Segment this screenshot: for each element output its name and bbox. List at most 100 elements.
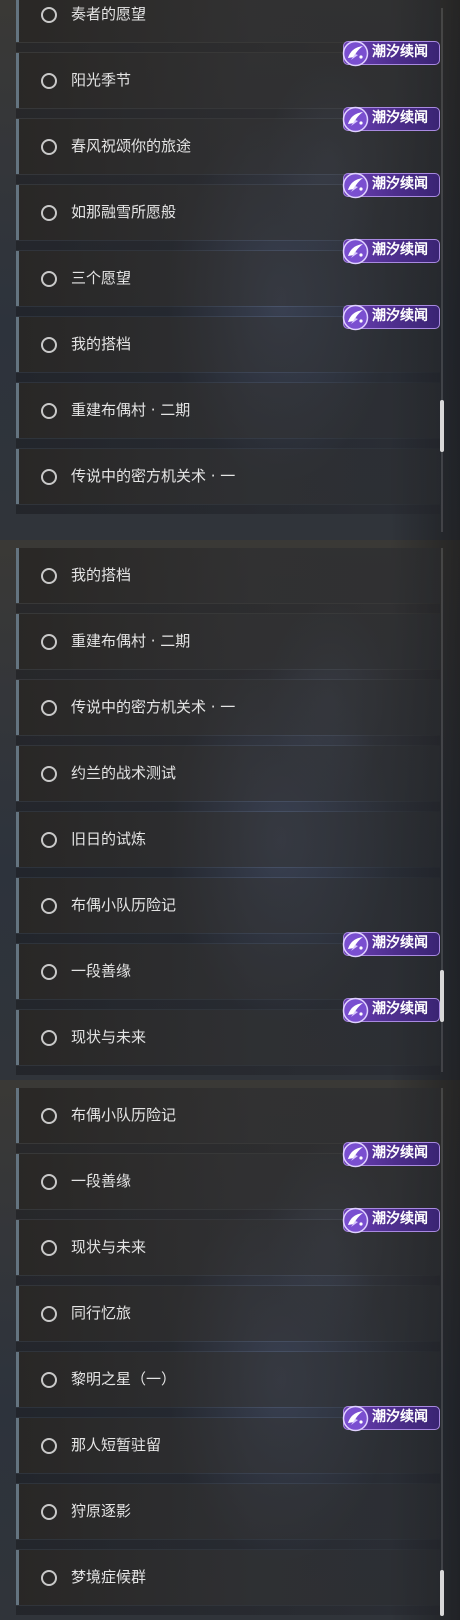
- tide-news-badge: 潮汐续闻: [342, 997, 440, 1024]
- quest-title: 一段善缘: [71, 962, 132, 980]
- quest-list-item[interactable]: 奏者的愿望: [16, 0, 440, 42]
- quest-title: 现状与未来: [71, 1238, 147, 1256]
- tide-emblem-icon: [342, 1207, 369, 1234]
- row-divider: [16, 1540, 440, 1549]
- quest-list-panel: 布偶小队历险记 一段善缘 潮汐续闻 现状与未来 潮汐续闻 同行忆旅 黎明之星（一） 那人短暂驻…: [0, 1080, 460, 1620]
- radio-circle-icon: [41, 6, 57, 23]
- tide-emblem-icon: [342, 106, 369, 133]
- radio-circle-icon: [41, 270, 57, 287]
- quest-list-item[interactable]: 重建布偶村 · 二期: [16, 614, 440, 669]
- row-divider: [16, 736, 440, 745]
- radio-circle-icon: [41, 567, 57, 584]
- tide-news-badge: 潮汐续闻: [342, 238, 440, 265]
- row-divider: [16, 1474, 440, 1483]
- quest-title: 狩原逐影: [71, 1502, 132, 1520]
- quest-list-item[interactable]: 传说中的密方机关术 · 一: [16, 680, 440, 735]
- radio-circle-icon: [41, 1371, 57, 1388]
- quest-title: 如那融雪所愿般: [71, 203, 177, 221]
- quest-list-panel: 我的搭档重建布偶村 · 二期传说中的密方机关术 · 一约兰的战术测试旧日的试炼布…: [0, 540, 460, 1080]
- radio-circle-icon: [41, 468, 57, 485]
- radio-circle-icon: [41, 1503, 57, 1520]
- tide-emblem-icon: [342, 1405, 369, 1432]
- quest-list-item[interactable]: 布偶小队历险记: [16, 1088, 440, 1143]
- tide-news-badge: 潮汐续闻: [342, 1207, 440, 1234]
- scrollbar-thumb[interactable]: [440, 400, 444, 452]
- quest-list-item[interactable]: 我的搭档: [16, 548, 440, 603]
- badge-label: 潮汐续闻: [372, 44, 428, 60]
- tide-emblem-icon: [342, 931, 369, 958]
- tide-news-badge: 潮汐续闻: [342, 106, 440, 133]
- radio-circle-icon: [41, 72, 57, 89]
- quest-title: 重建布偶村 · 二期: [71, 632, 191, 650]
- quest-list-item[interactable]: 梦境症候群: [16, 1550, 440, 1605]
- quest-title: 传说中的密方机关术 · 一: [71, 698, 236, 716]
- quest-list-item[interactable]: 传说中的密方机关术 · 一: [16, 449, 440, 504]
- quest-list-item[interactable]: 狩原逐影: [16, 1484, 440, 1539]
- badge-label: 潮汐续闻: [372, 1211, 428, 1227]
- quest-title: 三个愿望: [71, 269, 132, 287]
- quest-title: 春风祝颂你的旅途: [71, 137, 192, 155]
- row-divider: [16, 1066, 440, 1075]
- tide-news-badge: 潮汐续闻: [342, 931, 440, 958]
- badge-label: 潮汐续闻: [372, 935, 428, 951]
- quest-title: 传说中的密方机关术 · 一: [71, 467, 236, 485]
- row-divider: [16, 1276, 440, 1285]
- quest-list-panel: 奏者的愿望 阳光季节 潮汐续闻 春风祝颂你的旅途 潮汐续闻 如那融雪所愿般 潮汐续闻 三个愿望…: [0, 0, 460, 540]
- tide-news-badge: 潮汐续闻: [342, 172, 440, 199]
- badge-label: 潮汐续闻: [372, 1145, 428, 1161]
- radio-circle-icon: [41, 765, 57, 782]
- quest-title: 现状与未来: [71, 1028, 147, 1046]
- radio-circle-icon: [41, 1569, 57, 1586]
- quest-title: 我的搭档: [71, 566, 132, 584]
- badge-label: 潮汐续闻: [372, 242, 428, 258]
- quest-list-item[interactable]: 重建布偶村 · 二期: [16, 383, 440, 438]
- quest-title: 重建布偶村 · 二期: [71, 401, 191, 419]
- quest-title: 布偶小队历险记: [71, 1106, 177, 1124]
- tide-emblem-icon: [342, 997, 369, 1024]
- radio-circle-icon: [41, 1029, 57, 1046]
- quest-title: 同行忆旅: [71, 1304, 132, 1322]
- radio-circle-icon: [41, 1437, 57, 1454]
- quest-title: 梦境症候群: [71, 1568, 147, 1586]
- badge-label: 潮汐续闻: [372, 1409, 428, 1425]
- badge-label: 潮汐续闻: [372, 176, 428, 192]
- tide-emblem-icon: [342, 40, 369, 67]
- badge-label: 潮汐续闻: [372, 1001, 428, 1017]
- radio-circle-icon: [41, 831, 57, 848]
- radio-circle-icon: [41, 336, 57, 353]
- radio-circle-icon: [41, 1305, 57, 1322]
- row-divider: [16, 1342, 440, 1351]
- quest-title: 黎明之星（一）: [71, 1370, 177, 1388]
- quest-list-item[interactable]: 布偶小队历险记: [16, 878, 440, 933]
- scrollbar-track[interactable]: [441, 8, 443, 532]
- quest-list-item[interactable]: 旧日的试炼: [16, 812, 440, 867]
- radio-circle-icon: [41, 1239, 57, 1256]
- tide-emblem-icon: [342, 304, 369, 331]
- scrollbar-thumb[interactable]: [440, 970, 444, 1022]
- radio-circle-icon: [41, 963, 57, 980]
- quest-title: 约兰的战术测试: [71, 764, 177, 782]
- radio-circle-icon: [41, 204, 57, 221]
- quest-list-item[interactable]: 黎明之星（一）: [16, 1352, 440, 1407]
- radio-circle-icon: [41, 897, 57, 914]
- quest-title: 我的搭档: [71, 335, 132, 353]
- row-divider: [16, 868, 440, 877]
- scrollbar-track[interactable]: [441, 1088, 443, 1612]
- quest-title: 那人短暂驻留: [71, 1436, 162, 1454]
- tide-news-badge: 潮汐续闻: [342, 1405, 440, 1432]
- radio-circle-icon: [41, 1107, 57, 1124]
- row-divider: [16, 604, 440, 613]
- radio-circle-icon: [41, 402, 57, 419]
- scrollbar-thumb[interactable]: [440, 1570, 444, 1616]
- quest-title: 一段善缘: [71, 1172, 132, 1190]
- quest-title: 奏者的愿望: [71, 5, 147, 23]
- tide-emblem-icon: [342, 238, 369, 265]
- row-divider: [16, 505, 440, 514]
- quest-list-screenshots: 奏者的愿望 阳光季节 潮汐续闻 春风祝颂你的旅途 潮汐续闻 如那融雪所愿般 潮汐续闻 三个愿望…: [0, 0, 460, 1620]
- quest-list-item[interactable]: 约兰的战术测试: [16, 746, 440, 801]
- row-divider: [16, 802, 440, 811]
- radio-circle-icon: [41, 633, 57, 650]
- quest-list-item[interactable]: 同行忆旅: [16, 1286, 440, 1341]
- row-divider: [16, 373, 440, 382]
- radio-circle-icon: [41, 138, 57, 155]
